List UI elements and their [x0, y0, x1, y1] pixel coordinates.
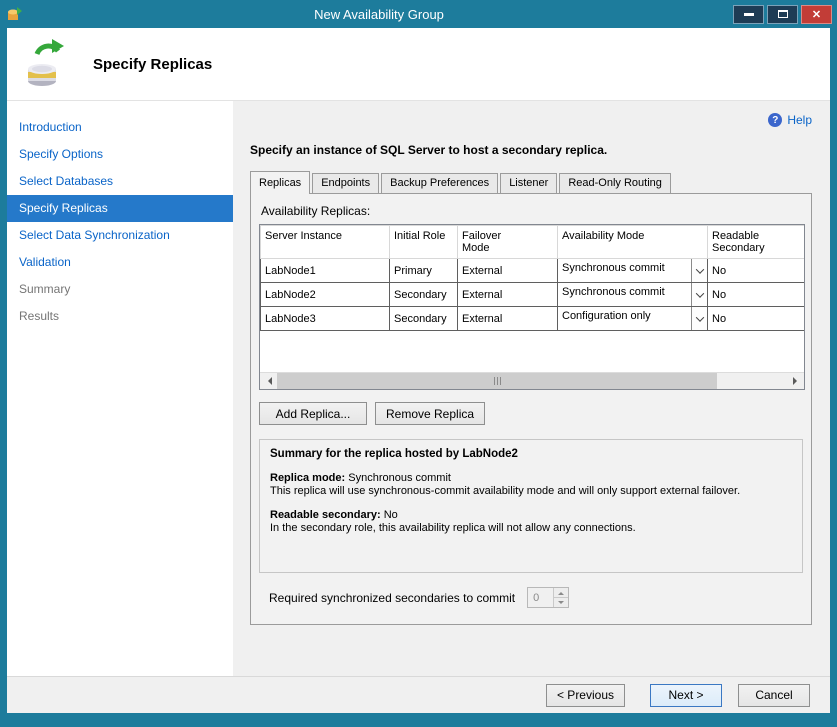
- initial-role-cell: Primary: [390, 259, 458, 283]
- minimize-button[interactable]: [733, 5, 764, 24]
- window-controls: ✕: [733, 5, 832, 24]
- col-header-availability-mode[interactable]: Availability Mode: [558, 226, 708, 259]
- table-row[interactable]: LabNode3 Secondary External Configuratio…: [261, 307, 806, 331]
- failover-mode-cell: External: [458, 283, 558, 307]
- server-instance-cell[interactable]: LabNode1: [261, 259, 390, 283]
- spinner-down-button[interactable]: [554, 598, 568, 607]
- initial-role-cell: Secondary: [390, 307, 458, 331]
- sidebar-item-specify-replicas[interactable]: Specify Replicas: [7, 195, 233, 222]
- instruction-text: Specify an instance of SQL Server to hos…: [250, 143, 812, 157]
- new-availability-group-dialog: New Availability Group ✕ Specify Repl: [0, 0, 837, 727]
- window-title: New Availability Group: [25, 7, 733, 22]
- readable-secondary-cell[interactable]: No: [708, 259, 806, 283]
- tab-replicas[interactable]: Replicas: [250, 171, 310, 194]
- replica-mode-value: Synchronous commit: [348, 472, 451, 484]
- readable-secondary-description: In the secondary role, this availability…: [270, 522, 792, 534]
- horizontal-scrollbar[interactable]: [260, 372, 804, 389]
- readable-secondary-cell[interactable]: No: [708, 307, 806, 331]
- page-title: Specify Replicas: [93, 56, 212, 73]
- app-icon: [7, 6, 25, 22]
- tab-strip: Replicas Endpoints Backup Preferences Li…: [250, 171, 812, 193]
- database-sync-icon: [25, 38, 73, 91]
- sidebar-item-summary: Summary: [7, 276, 233, 303]
- readable-secondary-label: Readable secondary:: [270, 509, 381, 521]
- add-replica-button[interactable]: Add Replica...: [259, 402, 367, 425]
- wizard-steps-sidebar: Introduction Specify Options Select Data…: [7, 101, 233, 676]
- sidebar-item-select-databases[interactable]: Select Databases: [7, 168, 233, 195]
- col-header-server-instance[interactable]: Server Instance: [261, 226, 390, 259]
- wizard-header: Specify Replicas: [7, 28, 830, 101]
- availability-mode-dropdown[interactable]: Synchronous commit: [558, 259, 707, 282]
- replicas-panel: Availability Replicas: Server Instance I…: [250, 193, 812, 625]
- titlebar[interactable]: New Availability Group ✕: [0, 0, 837, 28]
- sidebar-item-validation[interactable]: Validation: [7, 249, 233, 276]
- col-header-initial-role[interactable]: Initial Role: [390, 226, 458, 259]
- chevron-down-icon[interactable]: [691, 259, 707, 282]
- tab-backup-preferences[interactable]: Backup Preferences: [381, 173, 498, 193]
- availability-replicas-label: Availability Replicas:: [261, 204, 803, 218]
- maximize-button[interactable]: [767, 5, 798, 24]
- previous-button[interactable]: < Previous: [546, 684, 625, 707]
- spinner-up-button[interactable]: [554, 588, 568, 598]
- main-pane: ? Help Specify an instance of SQL Server…: [233, 101, 830, 676]
- server-instance-cell[interactable]: LabNode2: [261, 283, 390, 307]
- sidebar-item-select-data-synchronization[interactable]: Select Data Synchronization: [7, 222, 233, 249]
- sidebar-item-results: Results: [7, 303, 233, 330]
- required-secondaries-spinner: 0: [527, 587, 569, 608]
- scroll-left-arrow-icon[interactable]: [260, 373, 277, 389]
- chevron-down-icon[interactable]: [691, 283, 707, 306]
- tab-endpoints[interactable]: Endpoints: [312, 173, 379, 193]
- minimize-icon: [744, 13, 754, 16]
- replicas-grid: Server Instance Initial Role Failover Mo…: [259, 224, 805, 390]
- replica-mode-label: Replica mode:: [270, 472, 345, 484]
- sidebar-item-specify-options[interactable]: Specify Options: [7, 141, 233, 168]
- required-secondaries-label: Required synchronized secondaries to com…: [269, 591, 515, 605]
- sidebar-item-introduction[interactable]: Introduction: [7, 114, 233, 141]
- tab-listener[interactable]: Listener: [500, 173, 557, 193]
- next-button[interactable]: Next >: [650, 684, 722, 707]
- cancel-button[interactable]: Cancel: [738, 684, 810, 707]
- chevron-down-icon[interactable]: [691, 307, 707, 330]
- close-icon: ✕: [812, 8, 821, 21]
- replica-mode-description: This replica will use synchronous-commit…: [270, 485, 792, 497]
- wizard-footer: < Previous Next > Cancel: [7, 676, 830, 713]
- server-instance-cell[interactable]: LabNode3: [261, 307, 390, 331]
- availability-mode-dropdown[interactable]: Synchronous commit: [558, 283, 707, 306]
- scrollbar-track[interactable]: [277, 373, 787, 389]
- availability-mode-dropdown[interactable]: Configuration only: [558, 307, 707, 330]
- summary-title: Summary for the replica hosted by LabNod…: [270, 448, 792, 460]
- table-row[interactable]: LabNode2 Secondary External Synchronous …: [261, 283, 806, 307]
- maximize-icon: [778, 10, 788, 18]
- failover-mode-cell: External: [458, 259, 558, 283]
- readable-secondary-value: No: [384, 509, 398, 521]
- readable-secondary-cell[interactable]: No: [708, 283, 806, 307]
- required-secondaries-value: 0: [528, 588, 553, 607]
- help-link[interactable]: Help: [787, 113, 812, 127]
- scrollbar-thumb[interactable]: [277, 373, 717, 389]
- failover-mode-cell: External: [458, 307, 558, 331]
- col-header-failover-mode[interactable]: Failover Mode: [458, 226, 558, 259]
- remove-replica-button[interactable]: Remove Replica: [375, 402, 485, 425]
- initial-role-cell: Secondary: [390, 283, 458, 307]
- help-icon: ?: [768, 113, 782, 127]
- close-button[interactable]: ✕: [801, 5, 832, 24]
- dialog-frame: Specify Replicas Introduction Specify Op…: [7, 28, 830, 713]
- replica-summary-box: Summary for the replica hosted by LabNod…: [259, 439, 803, 573]
- scroll-right-arrow-icon[interactable]: [787, 373, 804, 389]
- col-header-readable-secondary[interactable]: Readable Secondary: [708, 226, 806, 259]
- table-row[interactable]: LabNode1 Primary External Synchronous co…: [261, 259, 806, 283]
- tab-read-only-routing[interactable]: Read-Only Routing: [559, 173, 671, 193]
